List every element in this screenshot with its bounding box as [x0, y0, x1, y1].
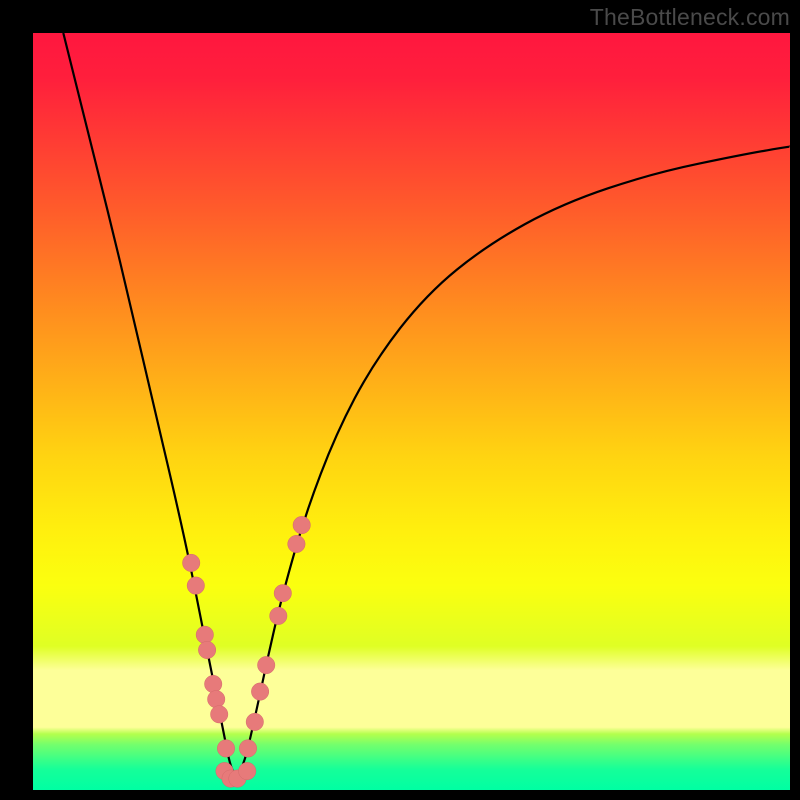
- watermark-text: TheBottleneck.com: [590, 4, 790, 31]
- marker-dot: [288, 535, 305, 552]
- marker-dot: [183, 554, 200, 571]
- marker-dot: [274, 585, 291, 602]
- marker-dot: [293, 516, 310, 533]
- marker-dot: [251, 683, 268, 700]
- marker-dot: [239, 740, 256, 757]
- marker-dot: [239, 762, 256, 779]
- highlight-markers: [183, 516, 311, 787]
- marker-dot: [246, 713, 263, 730]
- marker-dot: [208, 691, 225, 708]
- marker-dot: [187, 577, 204, 594]
- marker-dot: [217, 740, 234, 757]
- marker-dot: [198, 641, 215, 658]
- bottleneck-curve: [63, 33, 790, 774]
- chart-frame: TheBottleneck.com: [0, 0, 800, 800]
- marker-dot: [258, 656, 275, 673]
- marker-dot: [270, 607, 287, 624]
- plot-area: [33, 33, 790, 790]
- chart-svg: [33, 33, 790, 790]
- marker-dot: [211, 706, 228, 723]
- marker-dot: [205, 675, 222, 692]
- marker-dot: [196, 626, 213, 643]
